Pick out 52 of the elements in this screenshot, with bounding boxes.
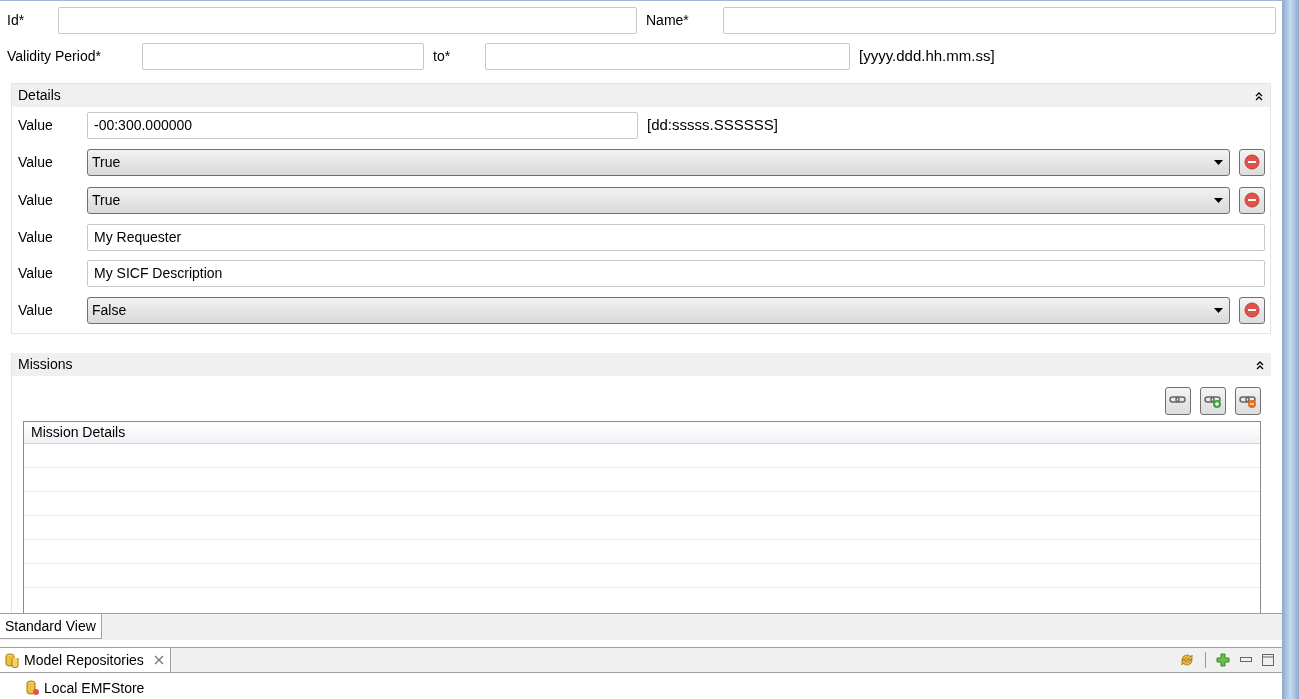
database-icon <box>26 680 40 696</box>
field-label: Value <box>18 152 54 172</box>
section-title: Missions <box>18 355 73 374</box>
editor-tab[interactable]: Standard View <box>0 614 102 639</box>
field-label: Value <box>18 300 54 320</box>
input-field[interactable]: My Requester <box>87 223 1265 251</box>
maximize-icon[interactable] <box>1262 654 1274 666</box>
collapse-icon[interactable] <box>1255 359 1265 370</box>
link-remove-icon <box>1239 394 1257 408</box>
remove-button[interactable] <box>1239 296 1265 324</box>
sync-icon[interactable] <box>1179 652 1195 668</box>
tree-item[interactable]: Local EMFStore <box>26 677 1282 699</box>
minus-circle-icon <box>1244 154 1260 170</box>
add-icon[interactable] <box>1216 653 1230 667</box>
input-field[interactable]: -00:300.000000 <box>87 111 638 139</box>
caret-icon <box>1214 307 1223 313</box>
caret-icon <box>1214 159 1223 165</box>
input-field[interactable] <box>485 42 850 70</box>
input-field[interactable]: My SICF Description <box>87 259 1265 287</box>
dropdown[interactable]: True <box>87 186 1230 214</box>
view-tab[interactable]: Model Repositories <box>0 648 171 672</box>
input-field[interactable] <box>142 42 424 70</box>
remove-button[interactable] <box>1239 186 1265 214</box>
tab-label: Model Repositories <box>24 650 144 670</box>
field-label: Value <box>18 190 54 210</box>
add-link-button[interactable] <box>1200 387 1226 415</box>
dropdown[interactable]: True <box>87 148 1230 176</box>
database-icon <box>4 652 20 668</box>
caret-icon <box>1214 197 1223 203</box>
field-label: Id* <box>7 10 26 30</box>
close-icon[interactable] <box>153 655 164 665</box>
format-hint: [dd:sssss.SSSSSS] <box>646 114 778 135</box>
field-label: Value <box>18 263 54 283</box>
field-label: to* <box>432 46 452 66</box>
remove-link-button[interactable] <box>1235 387 1261 415</box>
minus-circle-icon <box>1244 302 1260 318</box>
field-label: Value <box>18 227 54 247</box>
link-add-icon <box>1204 394 1222 408</box>
input-field[interactable] <box>723 6 1276 34</box>
field-label: Validity Period* <box>7 46 102 66</box>
link-button[interactable] <box>1165 387 1191 415</box>
minimize-icon[interactable] <box>1240 657 1252 663</box>
scrollbar[interactable] <box>1282 0 1299 699</box>
minus-circle-icon <box>1244 192 1260 208</box>
input-field[interactable] <box>58 6 637 34</box>
format-hint: [yyyy.ddd.hh.mm.ss] <box>858 45 995 66</box>
section-title: Details <box>18 86 61 105</box>
remove-button[interactable] <box>1239 148 1265 176</box>
dropdown[interactable]: False <box>87 296 1230 324</box>
collapse-icon[interactable] <box>1254 90 1264 101</box>
field-label: Name* <box>645 10 690 30</box>
field-label: Value <box>18 115 54 135</box>
